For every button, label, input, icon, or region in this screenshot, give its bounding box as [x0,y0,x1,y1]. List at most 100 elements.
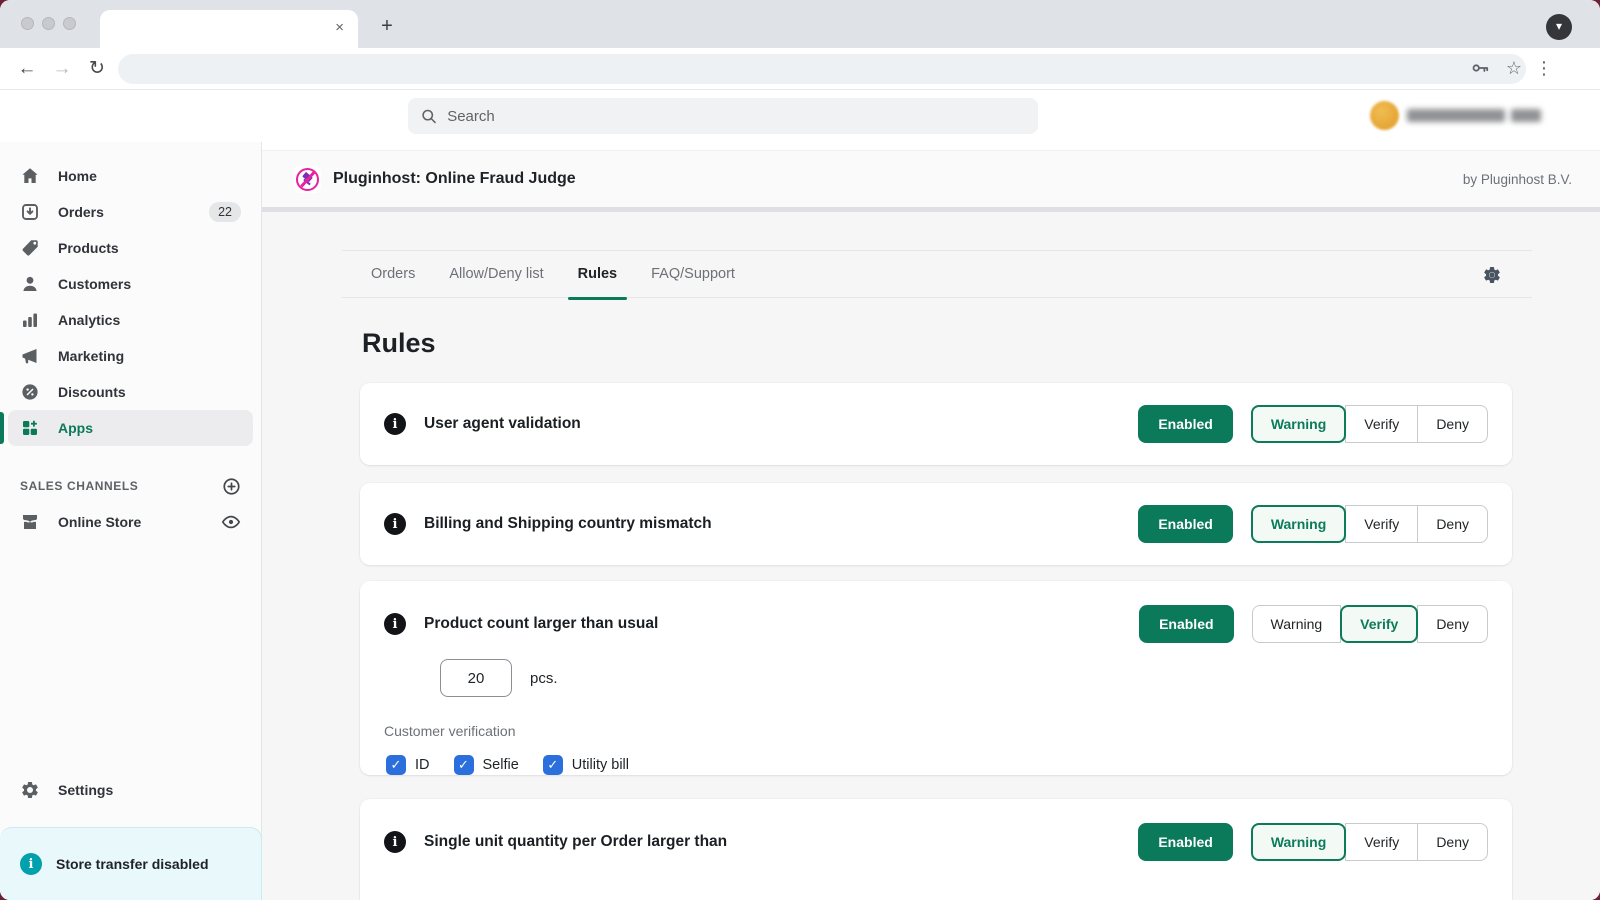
home-icon [20,166,40,186]
storefront-icon [20,512,40,532]
store-transfer-banner[interactable]: i Store transfer disabled [0,827,262,900]
app-settings-gear-icon[interactable] [1482,265,1502,285]
sidebar-item-products[interactable]: Products [8,230,253,266]
deny-option-button[interactable]: Deny [1417,823,1488,861]
sidebar-item-customers[interactable]: Customers [8,266,253,302]
verify-option-button[interactable]: Verify [1340,605,1418,643]
add-channel-icon[interactable] [222,477,241,496]
threshold-unit-label: pcs. [530,670,558,687]
warning-option-button[interactable]: Warning [1251,405,1346,443]
app-logo-icon [294,166,321,193]
window-traffic-lights[interactable] [21,17,76,30]
browser-window: × + ▾ ← → ↻ ☆ ⋮ Home [0,0,1600,900]
app-title: Pluginhost: Online Fraud Judge [333,170,576,188]
browser-tab[interactable]: × [100,10,358,48]
warning-option-button[interactable]: Warning [1251,823,1346,861]
enabled-toggle-button[interactable]: Enabled [1138,405,1232,443]
rule-card-country-mismatch: i Billing and Shipping country mismatch … [360,483,1512,565]
action-segment-group: Warning Verify Deny [1251,823,1488,861]
info-icon[interactable]: i [384,513,406,535]
user-avatar[interactable] [1370,101,1399,130]
close-window-icon[interactable] [21,17,34,30]
sidebar-item-settings[interactable]: Settings [8,772,253,808]
sidebar: Home Orders 22 Products Customers Analyt… [0,142,262,900]
close-tab-icon[interactable]: × [335,19,344,36]
browser-menu-icon[interactable]: ⋮ [1534,55,1554,81]
enabled-toggle-button[interactable]: Enabled [1138,823,1232,861]
info-icon[interactable]: i [384,831,406,853]
checkbox-checked-icon[interactable]: ✓ [454,755,474,775]
rule-card-user-agent: i User agent validation Enabled Warning … [360,383,1512,465]
tab-search-menu-button[interactable]: ▾ [1546,14,1572,40]
app-header: Pluginhost: Online Fraud Judge by Plugin… [262,150,1600,207]
checkbox-utility-bill[interactable]: ✓ Utility bill [543,755,629,775]
search-input[interactable] [447,108,1026,125]
app-content: Orders Allow/Deny list Rules FAQ/Support… [262,212,1600,900]
view-store-eye-icon[interactable] [221,512,241,532]
checkbox-selfie[interactable]: ✓ Selfie [454,755,519,775]
verify-option-button[interactable]: Verify [1345,823,1418,861]
back-button[interactable]: ← [14,56,40,82]
customers-icon [20,274,40,294]
admin-search[interactable] [408,98,1038,134]
sidebar-item-marketing[interactable]: Marketing [8,338,253,374]
rule-title: Single unit quantity per Order larger th… [424,833,727,851]
sidebar-item-home[interactable]: Home [8,158,253,194]
tab-orders[interactable]: Orders [354,250,432,298]
new-tab-button[interactable]: + [374,14,400,40]
deny-option-button[interactable]: Deny [1417,605,1488,643]
bookmark-star-icon[interactable]: ☆ [1506,55,1522,81]
sidebar-item-discounts[interactable]: Discounts [8,374,253,410]
enabled-toggle-button[interactable]: Enabled [1138,505,1232,543]
warning-option-button[interactable]: Warning [1252,605,1342,643]
app-byline: by Pluginhost B.V. [1463,172,1572,187]
verification-options: ✓ ID ✓ Selfie ✓ Utility bill [386,755,1488,775]
deny-option-button[interactable]: Deny [1417,505,1488,543]
rule-card-single-unit-quantity: i Single unit quantity per Order larger … [360,799,1512,900]
sidebar-item-online-store[interactable]: Online Store [8,504,253,540]
rules-list: i User agent validation Enabled Warning … [360,383,1512,900]
sidebar-item-orders[interactable]: Orders 22 [8,194,253,230]
zoom-window-icon[interactable] [63,17,76,30]
discounts-icon [20,382,40,402]
address-bar[interactable] [118,54,1526,84]
password-key-icon[interactable] [1470,58,1490,78]
forward-button[interactable]: → [49,56,75,82]
enabled-toggle-button[interactable]: Enabled [1139,605,1233,643]
minimize-window-icon[interactable] [42,17,55,30]
refresh-button[interactable]: ↻ [84,56,110,82]
action-segment-group: Warning Verify Deny [1252,605,1488,643]
marketing-megaphone-icon [20,346,40,366]
deny-option-button[interactable]: Deny [1417,405,1488,443]
rule-card-product-count: i Product count larger than usual Enable… [360,581,1512,775]
sidebar-item-analytics[interactable]: Analytics [8,302,253,338]
chevron-down-icon: ▾ [1556,19,1562,33]
tab-bar: Orders Allow/Deny list Rules FAQ/Support [342,250,1532,298]
tab-allow-deny-list[interactable]: Allow/Deny list [432,250,560,298]
warning-option-button[interactable]: Warning [1251,505,1346,543]
tab-rules[interactable]: Rules [561,250,635,298]
page-title: Rules [362,328,1532,359]
sidebar-item-apps[interactable]: Apps [8,410,253,446]
orders-icon [20,202,40,222]
orders-count-badge: 22 [209,202,241,222]
verify-option-button[interactable]: Verify [1345,505,1418,543]
rule-title: Billing and Shipping country mismatch [424,515,712,533]
sidebar-nav: Home Orders 22 Products Customers Analyt… [0,142,261,446]
info-icon[interactable]: i [384,613,406,635]
sales-channels-header: SALES CHANNELS [12,474,249,498]
verify-option-button[interactable]: Verify [1345,405,1418,443]
browser-toolbar: ← → ↻ ☆ ⋮ [0,48,1600,90]
tab-faq-support[interactable]: FAQ/Support [634,250,752,298]
threshold-input[interactable] [440,659,512,697]
checkbox-checked-icon[interactable]: ✓ [386,755,406,775]
sales-channels-label: SALES CHANNELS [20,479,138,493]
info-icon[interactable]: i [384,413,406,435]
customer-verification-label: Customer verification [384,723,1488,739]
info-icon: i [20,853,42,875]
action-segment-group: Warning Verify Deny [1251,505,1488,543]
rule-title: User agent validation [424,415,581,433]
checkbox-id[interactable]: ✓ ID [386,755,430,775]
checkbox-checked-icon[interactable]: ✓ [543,755,563,775]
store-name-redacted[interactable] [1407,109,1541,122]
